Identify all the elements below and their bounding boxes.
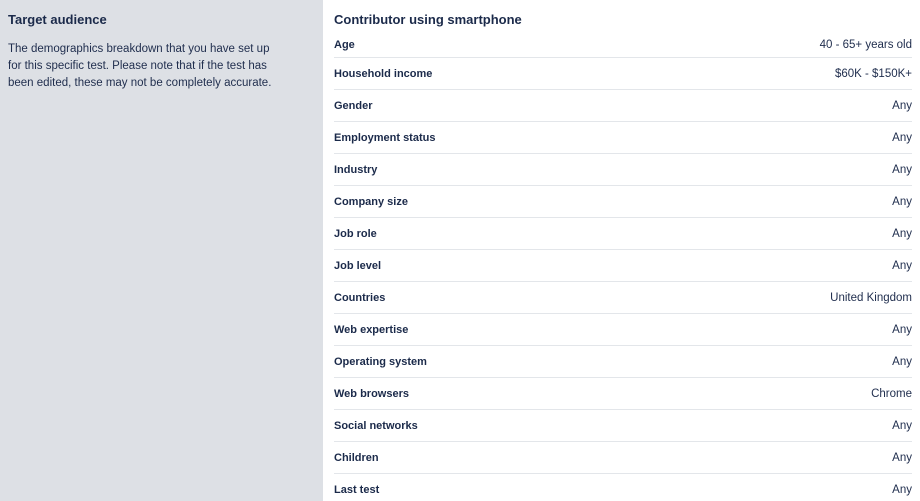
row-label: Last test [334, 483, 380, 496]
row-value: Any [892, 227, 912, 240]
sidebar-title: Target audience [8, 12, 107, 27]
row-social-networks: Social networks Any [334, 410, 912, 442]
row-gender: Gender Any [334, 90, 912, 122]
row-value: Any [892, 323, 912, 336]
row-label: Operating system [334, 355, 427, 368]
row-label: Company size [334, 195, 408, 208]
row-industry: Industry Any [334, 154, 912, 186]
row-value: Any [892, 419, 912, 432]
panel-title: Contributor using smartphone [334, 12, 522, 27]
row-value: Chrome [871, 387, 912, 400]
sidebar-description: The demographics breakdown that you have… [8, 43, 272, 89]
row-children: Children Any [334, 442, 912, 474]
row-label: Job level [334, 259, 382, 272]
demographics-panel: Contributor using smartphone Age 40 - 65… [323, 0, 920, 501]
row-value: Any [892, 483, 912, 496]
row-job-role: Job role Any [334, 218, 912, 250]
row-value: Any [892, 131, 912, 144]
row-web-expertise: Web expertise Any [334, 314, 912, 346]
row-label: Web browsers [334, 387, 409, 400]
row-value: Any [892, 163, 912, 176]
row-employment-status: Employment status Any [334, 122, 912, 154]
sidebar: Target audience The demographics breakdo… [0, 0, 323, 501]
row-label: Countries [334, 291, 386, 304]
row-value: United Kingdom [830, 291, 912, 304]
row-web-browsers: Web browsers Chrome [334, 378, 912, 410]
row-last-test: Last test Any [334, 474, 912, 501]
row-label: Employment status [334, 131, 436, 144]
row-value: 40 - 65+ years old [819, 38, 912, 51]
row-label: Social networks [334, 419, 418, 432]
row-label: Job role [334, 227, 377, 240]
row-operating-system: Operating system Any [334, 346, 912, 378]
row-value: Any [892, 355, 912, 368]
row-age: Age 40 - 65+ years old [334, 32, 912, 58]
row-value: Any [892, 99, 912, 112]
row-value: Any [892, 451, 912, 464]
row-label: Web expertise [334, 323, 409, 336]
row-label: Industry [334, 163, 378, 176]
row-label: Children [334, 451, 379, 464]
row-label: Household income [334, 67, 433, 80]
row-countries: Countries United Kingdom [334, 282, 912, 314]
row-household-income: Household income $60K - $150K+ [334, 58, 912, 90]
row-value: Any [892, 259, 912, 272]
row-label: Gender [334, 99, 373, 112]
row-label: Age [334, 38, 355, 51]
page: Target audience The demographics breakdo… [0, 0, 920, 501]
row-job-level: Job level Any [334, 250, 912, 282]
demographics-list: Age 40 - 65+ years old Household income … [334, 32, 912, 501]
row-company-size: Company size Any [334, 186, 912, 218]
row-value: $60K - $150K+ [834, 67, 912, 80]
row-value: Any [892, 195, 912, 208]
